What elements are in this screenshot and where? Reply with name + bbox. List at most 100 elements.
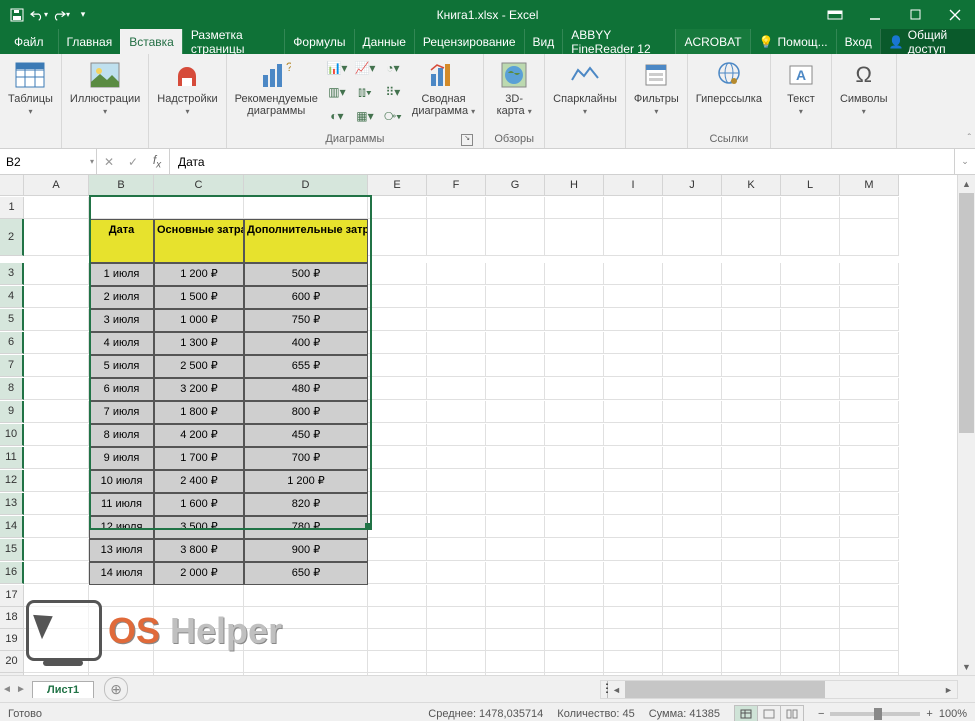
cell[interactable] <box>722 197 781 219</box>
cell[interactable] <box>154 585 244 607</box>
cell[interactable] <box>545 539 604 561</box>
cell[interactable]: Дата <box>89 219 154 263</box>
cell[interactable] <box>663 470 722 492</box>
cell[interactable] <box>663 651 722 673</box>
cell[interactable] <box>24 493 89 515</box>
cell[interactable] <box>840 470 899 492</box>
cell[interactable] <box>486 401 545 423</box>
cell[interactable] <box>486 562 545 584</box>
cell[interactable]: 1 600 ₽ <box>154 493 244 516</box>
scroll-right-icon[interactable]: ► <box>940 681 957 698</box>
cell[interactable] <box>781 309 840 331</box>
cell[interactable] <box>24 539 89 561</box>
cell[interactable] <box>427 332 486 354</box>
cell[interactable] <box>604 539 663 561</box>
tables-button[interactable]: Таблицы▾ <box>8 57 53 118</box>
cell[interactable]: 450 ₽ <box>244 424 368 447</box>
addins-button[interactable]: Надстройки▾ <box>157 57 217 118</box>
cell[interactable] <box>486 493 545 515</box>
tab-review[interactable]: Рецензирование <box>414 29 524 54</box>
tab-view[interactable]: Вид <box>524 29 563 54</box>
redo-icon[interactable]: ▾ <box>52 6 70 24</box>
zoom-out-icon[interactable]: − <box>818 708 824 720</box>
cell[interactable] <box>24 355 89 377</box>
cell[interactable] <box>604 219 663 256</box>
cell[interactable] <box>781 378 840 400</box>
cell[interactable] <box>722 562 781 584</box>
cell[interactable] <box>663 355 722 377</box>
cell[interactable] <box>368 401 427 423</box>
cell[interactable] <box>89 607 154 629</box>
cell[interactable] <box>24 219 89 256</box>
cell[interactable] <box>24 607 89 629</box>
cell[interactable] <box>840 219 899 256</box>
pivotchart-button[interactable]: Сводная диаграмма ▾ <box>412 57 475 118</box>
cell[interactable] <box>722 607 781 629</box>
cell[interactable] <box>545 562 604 584</box>
cell[interactable] <box>722 286 781 308</box>
row-header[interactable]: 10 <box>0 424 24 446</box>
col-header[interactable]: K <box>722 175 781 196</box>
sign-in[interactable]: Вход <box>836 29 880 54</box>
cell[interactable] <box>840 629 899 651</box>
cell[interactable] <box>427 470 486 492</box>
cell[interactable] <box>486 197 545 219</box>
row-header[interactable]: 19 <box>0 629 24 651</box>
cell[interactable] <box>604 447 663 469</box>
cell[interactable] <box>24 629 89 651</box>
row-header[interactable]: 2 <box>0 219 24 256</box>
cell[interactable]: 650 ₽ <box>244 562 368 585</box>
cell[interactable] <box>663 424 722 446</box>
cell[interactable] <box>545 607 604 629</box>
cell[interactable] <box>244 607 368 629</box>
scroll-thumb[interactable] <box>959 193 974 433</box>
cell[interactable]: 2 400 ₽ <box>154 470 244 493</box>
cell[interactable] <box>663 332 722 354</box>
cell[interactable] <box>368 309 427 331</box>
cell[interactable] <box>154 607 244 629</box>
cell[interactable] <box>427 629 486 651</box>
cell[interactable] <box>427 562 486 584</box>
undo-icon[interactable]: ▾ <box>30 6 48 24</box>
cell[interactable] <box>722 309 781 331</box>
cell[interactable]: Основные затраты <box>154 219 244 263</box>
tab-split-handle[interactable]: ⋮ <box>601 681 608 698</box>
tab-data[interactable]: Данные <box>354 29 414 54</box>
cell[interactable] <box>427 263 486 285</box>
qat-customize-icon[interactable]: ▾ <box>74 6 92 24</box>
cell[interactable] <box>663 378 722 400</box>
cell[interactable] <box>604 378 663 400</box>
tab-insert[interactable]: Вставка <box>120 29 182 54</box>
cell[interactable] <box>244 585 368 607</box>
cell[interactable] <box>781 516 840 538</box>
cell[interactable] <box>89 651 154 673</box>
cell[interactable]: 1 200 ₽ <box>154 263 244 286</box>
row-header[interactable]: 3 <box>0 263 24 285</box>
hyperlink-button[interactable]: Гиперссылка <box>696 57 762 105</box>
3d-map-button[interactable]: 3D- карта ▾ <box>492 57 536 118</box>
cell[interactable] <box>545 309 604 331</box>
cell[interactable] <box>663 629 722 651</box>
fx-icon[interactable]: fx <box>145 153 169 170</box>
cell[interactable]: 1 300 ₽ <box>154 332 244 355</box>
add-sheet-button[interactable]: ⊕ <box>104 677 128 701</box>
cell[interactable]: 3 июля <box>89 309 154 332</box>
cell[interactable] <box>781 629 840 651</box>
text-button[interactable]: A Текст▾ <box>779 57 823 118</box>
cell[interactable]: 10 июля <box>89 470 154 493</box>
cell[interactable]: 500 ₽ <box>244 263 368 286</box>
cell[interactable] <box>24 197 89 219</box>
tab-acrobat[interactable]: ACROBAT <box>675 29 749 54</box>
cell[interactable]: 14 июля <box>89 562 154 585</box>
cell[interactable]: 655 ₽ <box>244 355 368 378</box>
row-header[interactable]: 18 <box>0 607 24 629</box>
cell[interactable]: 2 000 ₽ <box>154 562 244 585</box>
cell[interactable] <box>781 562 840 584</box>
cell[interactable] <box>427 516 486 538</box>
cell[interactable] <box>24 651 89 673</box>
cell[interactable] <box>604 309 663 331</box>
vertical-scrollbar[interactable]: ▲ ▼ <box>957 175 975 675</box>
cell[interactable] <box>840 197 899 219</box>
scroll-up-icon[interactable]: ▲ <box>958 175 975 192</box>
worksheet[interactable]: ABCDEFGHIJKLM12ДатаОсновные затратыДопол… <box>0 175 975 675</box>
